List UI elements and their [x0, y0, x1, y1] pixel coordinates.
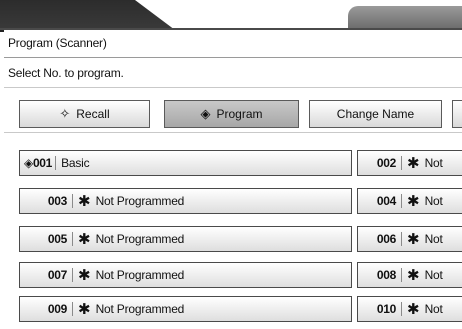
program-name: Not Programmed: [95, 194, 185, 208]
divider: [401, 268, 402, 282]
program-list: ◈ 001 Basic 002 ✱ Not 003 ✱ Not Programm…: [0, 136, 462, 329]
program-number: 006: [376, 232, 396, 246]
program-number: 007: [47, 268, 67, 282]
program-key-006[interactable]: 006 ✱ Not: [357, 226, 462, 252]
program-number: 008: [376, 268, 396, 282]
not-programmed-icon: ✱: [78, 300, 91, 318]
program-name: Not: [424, 268, 443, 282]
not-programmed-icon: ✱: [78, 266, 91, 284]
divider: [401, 156, 402, 170]
program-key-004[interactable]: 004 ✱ Not: [357, 188, 462, 214]
recall-button-label: Recall: [76, 107, 110, 121]
not-programmed-icon: ✱: [407, 266, 420, 284]
program-name: Not Programmed: [95, 268, 185, 282]
program-number: 002: [376, 156, 396, 170]
divider: [72, 232, 73, 246]
program-key-002[interactable]: 002 ✱ Not: [357, 150, 462, 176]
program-row: ◈ 001 Basic 002 ✱ Not: [0, 150, 462, 178]
program-number-text: 001: [32, 156, 53, 170]
divider: [55, 156, 57, 170]
divider: [401, 232, 402, 246]
program-name: Not: [424, 302, 443, 316]
program-name: Not: [424, 232, 443, 246]
program-key-001[interactable]: ◈ 001 Basic: [19, 150, 352, 176]
divider: [401, 194, 402, 208]
program-row: 005 ✱ Not Programmed 006 ✱ Not: [0, 226, 462, 254]
program-name: Not Programmed: [95, 302, 185, 316]
program-number: 009: [47, 302, 67, 316]
program-number: 005: [47, 232, 67, 246]
recall-icon: ✧: [59, 106, 71, 121]
program-row: 003 ✱ Not Programmed 004 ✱ Not: [0, 188, 462, 216]
top-tab-strip: [0, 0, 462, 32]
program-key-003[interactable]: 003 ✱ Not Programmed: [19, 188, 352, 214]
window-title: Program (Scanner): [8, 36, 107, 50]
program-stored-icon: ◈: [24, 156, 33, 170]
divider: [401, 302, 402, 316]
program-icon: ◈: [200, 106, 211, 121]
program-name: Not: [424, 156, 443, 170]
inactive-tab[interactable]: [348, 6, 462, 30]
change-name-button[interactable]: Change Name: [309, 100, 442, 128]
recall-button[interactable]: ✧ Recall: [19, 100, 150, 128]
divider: [72, 302, 73, 316]
program-key-009[interactable]: 009 ✱ Not Programmed: [19, 296, 352, 322]
program-key-007[interactable]: 007 ✱ Not Programmed: [19, 262, 352, 288]
program-key-005[interactable]: 005 ✱ Not Programmed: [19, 226, 352, 252]
window-header: Program (Scanner): [4, 30, 462, 58]
not-programmed-icon: ✱: [407, 154, 420, 172]
program-button-label: Program: [216, 107, 263, 121]
program-name: Not: [424, 194, 443, 208]
program-key-008[interactable]: 008 ✱ Not: [357, 262, 462, 288]
program-number: 003: [47, 194, 67, 208]
divider: [72, 194, 73, 208]
program-key-010[interactable]: 010 ✱ Not: [357, 296, 462, 322]
program-name: Basic: [61, 156, 90, 170]
change-name-button-label: Change Name: [336, 107, 415, 121]
program-number: 004: [376, 194, 396, 208]
not-programmed-icon: ✱: [407, 192, 420, 210]
program-number: ◈ 001: [20, 156, 52, 170]
program-name: Not Programmed: [95, 232, 185, 246]
not-programmed-icon: ✱: [407, 230, 420, 248]
not-programmed-icon: ✱: [78, 230, 91, 248]
program-row: 009 ✱ Not Programmed 010 ✱ Not: [0, 296, 462, 324]
not-programmed-icon: ✱: [78, 192, 91, 210]
program-row: 007 ✱ Not Programmed 008 ✱ Not: [0, 262, 462, 290]
divider: [72, 268, 73, 282]
instruction-bar: Select No. to program.: [4, 58, 462, 88]
instruction-text: Select No. to program.: [8, 66, 124, 80]
program-button[interactable]: ◈ Program: [164, 100, 299, 128]
program-number: 010: [376, 302, 396, 316]
next-mode-button[interactable]: [452, 100, 462, 128]
not-programmed-icon: ✱: [407, 300, 420, 318]
mode-toolbar: ✧ Recall ◈ Program Change Name: [4, 88, 462, 133]
